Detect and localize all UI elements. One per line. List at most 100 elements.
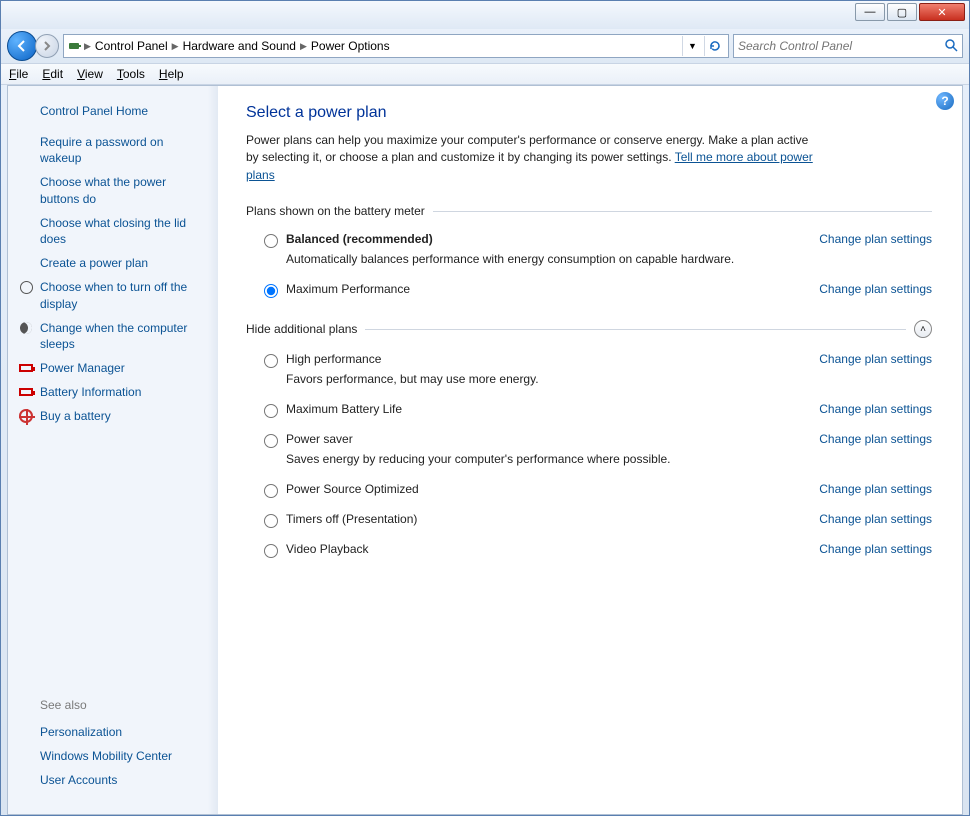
sidebar-link[interactable]: Choose what the power buttons do <box>8 170 218 210</box>
power-plan: Maximum Battery Life Change plan settings <box>246 396 932 420</box>
power-plan: High performance Change plan settings Favo… <box>246 346 932 390</box>
globe-icon <box>18 408 34 424</box>
refresh-icon <box>708 39 722 53</box>
refresh-button[interactable] <box>704 36 724 56</box>
power-plan: Maximum Performance Change plan settings <box>246 276 932 300</box>
sidebar-link[interactable]: Choose when to turn off the display <box>8 275 218 315</box>
help-icon[interactable]: ? <box>936 92 954 110</box>
plan-description: Automatically balances performance with … <box>246 250 932 270</box>
plan-name: Maximum Performance <box>286 282 799 296</box>
sidebar-link[interactable]: Require a password on wakeup <box>8 130 218 170</box>
sidebar-link[interactable]: Buy a battery <box>8 404 218 428</box>
back-button[interactable] <box>7 31 37 61</box>
plan-radio[interactable] <box>264 434 278 448</box>
change-plan-settings-link[interactable]: Change plan settings <box>819 482 932 496</box>
plan-radio[interactable] <box>264 284 278 298</box>
menu-file[interactable]: File <box>9 67 28 81</box>
close-button[interactable]: ✕ <box>919 3 965 21</box>
plan-radio[interactable] <box>264 514 278 528</box>
address-dropdown[interactable]: ▼ <box>682 36 702 56</box>
see-also-link[interactable]: User Accounts <box>40 768 208 792</box>
collapse-button[interactable]: ˄ <box>914 320 932 338</box>
section-label: Hide additional plans <box>246 322 357 336</box>
chevron-down-icon: ▼ <box>688 41 697 51</box>
change-plan-settings-link[interactable]: Change plan settings <box>819 512 932 526</box>
page-title: Select a power plan <box>246 104 932 122</box>
change-plan-settings-link[interactable]: Change plan settings <box>819 432 932 446</box>
menu-bar: File Edit View Tools Help <box>1 63 969 85</box>
forward-arrow-icon <box>41 40 53 52</box>
section-additional-plans[interactable]: Hide additional plans ˄ <box>246 320 932 338</box>
plan-name: Maximum Battery Life <box>286 402 799 416</box>
see-also-link[interactable]: Windows Mobility Center <box>40 744 208 768</box>
plan-radio[interactable] <box>264 484 278 498</box>
menu-view[interactable]: View <box>77 67 103 81</box>
power-plan: Video Playback Change plan settings <box>246 536 932 560</box>
chevron-right-icon: ▶ <box>300 41 307 52</box>
plan-name: Video Playback <box>286 542 799 556</box>
plan-name: Balanced (recommended) <box>286 232 799 246</box>
control-panel-home-link[interactable]: Control Panel Home <box>8 98 218 130</box>
forward-button[interactable] <box>35 34 59 58</box>
sidebar-link-label: Choose what the power buttons do <box>40 174 208 206</box>
menu-help[interactable]: Help <box>159 67 184 81</box>
plan-name: High performance <box>286 352 799 366</box>
search-box[interactable] <box>733 34 963 58</box>
plan-radio[interactable] <box>264 544 278 558</box>
change-plan-settings-link[interactable]: Change plan settings <box>819 232 932 246</box>
sidebar-link[interactable]: Create a power plan <box>8 251 218 275</box>
minimize-button[interactable]: — <box>855 3 885 21</box>
sidebar: Control Panel Home Require a password on… <box>8 86 218 814</box>
section-label: Plans shown on the battery meter <box>246 204 425 218</box>
see-also-link[interactable]: Personalization <box>40 720 208 744</box>
see-also-header: See also <box>40 698 208 712</box>
breadcrumb-power-options[interactable]: Power Options <box>307 35 394 57</box>
change-plan-settings-link[interactable]: Change plan settings <box>819 282 932 296</box>
power-plan: Power saverChange plan settingsSaves ene… <box>246 426 932 470</box>
intro-text: Power plans can help you maximize your c… <box>246 132 816 184</box>
chevron-right-icon: ▶ <box>84 41 91 52</box>
sidebar-link[interactable]: Change when the computer sleeps <box>8 316 218 356</box>
plan-description: Favors performance, but may use more ene… <box>246 370 932 390</box>
maximize-icon: ▢ <box>897 6 907 19</box>
plan-radio[interactable] <box>264 354 278 368</box>
minimize-icon: — <box>865 6 876 18</box>
plan-radio[interactable] <box>264 404 278 418</box>
back-arrow-icon <box>15 39 29 53</box>
sidebar-link-label: Change when the computer sleeps <box>40 320 208 352</box>
power-icon <box>66 38 84 54</box>
breadcrumb-control-panel[interactable]: Control Panel <box>91 35 172 57</box>
change-plan-settings-link[interactable]: Change plan settings <box>819 402 932 416</box>
sidebar-link-label: Battery Information <box>40 384 208 400</box>
chevron-up-icon: ˄ <box>920 324 926 335</box>
breadcrumb-label: Hardware and Sound <box>183 39 296 53</box>
maximize-button[interactable]: ▢ <box>887 3 917 21</box>
plan-description: Saves energy by reducing your computer's… <box>246 450 932 470</box>
section-battery-meter: Plans shown on the battery meter <box>246 204 932 218</box>
search-input[interactable] <box>738 39 944 53</box>
nav-arrows <box>7 31 59 61</box>
breadcrumb-label: Power Options <box>311 39 390 53</box>
search-icon[interactable] <box>944 38 958 55</box>
battery-icon <box>18 360 34 376</box>
sidebar-link[interactable]: Battery Information <box>8 380 218 404</box>
titlebar: — ▢ ✕ <box>1 1 969 29</box>
navigation-bar: ▶ Control Panel ▶ Hardware and Sound ▶ P… <box>1 29 969 63</box>
window-frame: — ▢ ✕ ▶ Control Panel ▶ Hardware and Sou… <box>0 0 970 816</box>
change-plan-settings-link[interactable]: Change plan settings <box>819 352 932 366</box>
plan-name: Power Source Optimized <box>286 482 799 496</box>
sidebar-link[interactable]: Power Manager <box>8 356 218 380</box>
change-plan-settings-link[interactable]: Change plan settings <box>819 542 932 556</box>
address-bar[interactable]: ▶ Control Panel ▶ Hardware and Sound ▶ P… <box>63 34 729 58</box>
menu-tools[interactable]: Tools <box>117 67 145 81</box>
breadcrumb-label: Control Panel <box>95 39 168 53</box>
power-plan: Balanced (recommended) Change plan settin… <box>246 226 932 270</box>
menu-edit[interactable]: Edit <box>42 67 63 81</box>
battery-icon <box>18 384 34 400</box>
breadcrumb-hardware-sound[interactable]: Hardware and Sound <box>179 35 300 57</box>
plan-radio[interactable] <box>264 234 278 248</box>
sidebar-link-label: Power Manager <box>40 360 208 376</box>
sidebar-link-label: Create a power plan <box>40 255 208 271</box>
divider <box>433 211 932 212</box>
sidebar-link[interactable]: Choose what closing the lid does <box>8 211 218 251</box>
